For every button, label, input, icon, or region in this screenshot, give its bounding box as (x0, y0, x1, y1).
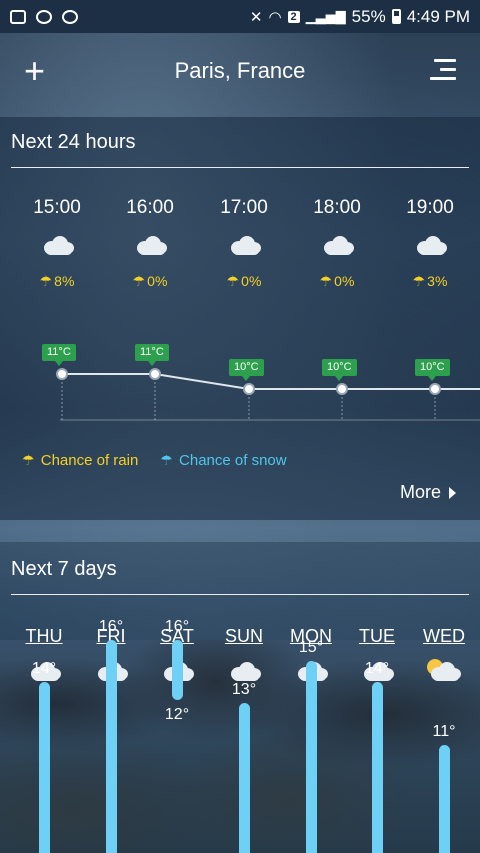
divider (11, 167, 469, 168)
temperature-bar (306, 661, 317, 853)
high-temp: 16° (164, 618, 190, 635)
hour-column: 18:00 ☂ 0% (297, 197, 377, 290)
more-button[interactable]: More (400, 482, 456, 503)
next-24-hours-title: Next 24 hours (11, 131, 136, 153)
temperature-bar (372, 682, 383, 853)
app-bar: + Paris, France (0, 33, 480, 109)
daily-temperature-bars: 14° 16° 16° 12° 13° 15° 14° 11° (0, 618, 480, 853)
umbrella-icon: ☂ (39, 273, 53, 289)
media-icon (62, 9, 78, 24)
legend: ☂ Chance of rain ☂ Chance of snow (22, 452, 287, 469)
legend-rain-label: Chance of rain (40, 452, 139, 469)
umbrella-icon: ☂ (226, 273, 240, 289)
hour-time: 18:00 (313, 197, 361, 218)
rain-value: 0% (241, 273, 262, 289)
hour-time: 19:00 (406, 197, 454, 218)
high-temp: 14° (364, 660, 390, 677)
day-name[interactable]: TUE (347, 626, 407, 647)
temperature-badge: 11°C (135, 344, 169, 366)
temperature-bar (439, 745, 450, 853)
low-temp: 12° (164, 706, 190, 723)
sync-icon (36, 9, 52, 24)
cloudy-icon (413, 233, 447, 257)
cloudy-icon (133, 233, 167, 257)
hour-rain-chance: ☂ 8% (17, 273, 97, 290)
hour-time: 17:00 (220, 197, 268, 218)
day-name[interactable]: WED (414, 626, 474, 647)
temperature-point (56, 368, 68, 380)
more-label: More (399, 482, 441, 502)
high-temp: 13° (231, 681, 257, 698)
divider (11, 594, 469, 595)
temperature-bar (172, 640, 183, 700)
legend-rain: ☂ Chance of rain (22, 452, 138, 469)
add-location-button[interactable]: + (24, 53, 45, 89)
temperature-badge: 10°C (415, 359, 450, 381)
temperature-badge: 10°C (322, 359, 357, 381)
partly-cloudy-sun-icon (427, 659, 461, 685)
umbrella-snow-icon: ☂ (160, 452, 173, 468)
rain-value: 3% (427, 273, 448, 289)
battery-icon (391, 9, 401, 24)
umbrella-icon: ☂ (22, 452, 35, 468)
signal-icon: ▁▃▅▇ (305, 8, 346, 24)
status-bar: ✕ ◠ 2 ▁▃▅▇ 55% 4:49 PM (0, 0, 480, 33)
hour-column: 16:00 ☂ 0% (110, 197, 190, 290)
high-temp: 16° (98, 618, 124, 635)
next-24-hours-card: Next 24 hours 15:00 ☂ 8% 16:00 ☂ 0% 17:00 ☂ 0% 18… (0, 117, 480, 520)
next-7-days-title: Next 7 days (11, 558, 117, 580)
temperature-line (62, 373, 480, 390)
temperature-badge: 11°C (42, 344, 76, 366)
high-temp: 14° (31, 660, 57, 677)
day-name[interactable]: SUN (214, 626, 274, 647)
next-7-days-card: Next 7 days THU FRI SAT SUN MON TUE WED 14° 16°… (0, 542, 480, 853)
legend-snow-label: Chance of snow (179, 452, 287, 469)
hour-time: 15:00 (33, 197, 81, 218)
gallery-icon (10, 9, 26, 24)
temperature-point (336, 383, 348, 395)
sim-badge: 2 (287, 10, 300, 23)
hour-column: 17:00 ☂ 0% (204, 197, 284, 290)
hour-rain-chance: ☂ 0% (204, 273, 284, 290)
rain-value: 8% (54, 273, 75, 289)
temperature-bar (39, 682, 50, 853)
cloudy-icon (40, 233, 74, 257)
battery-percent: 55% (351, 6, 386, 26)
high-temp: 15° (298, 639, 324, 656)
hour-column: 19:00 ☂ 3% (390, 197, 470, 290)
hour-rain-chance: ☂ 0% (297, 273, 377, 290)
rain-value: 0% (147, 273, 168, 289)
temperature-bar (239, 703, 250, 853)
temperature-point (149, 368, 161, 380)
temperature-point (243, 383, 255, 395)
hour-time: 16:00 (126, 197, 174, 218)
cloudy-icon (227, 233, 261, 257)
umbrella-icon: ☂ (412, 273, 426, 289)
menu-icon[interactable] (430, 59, 456, 81)
high-temp: 11° (432, 723, 456, 740)
wifi-icon: ◠ (268, 8, 282, 26)
cloudy-icon (320, 233, 354, 257)
umbrella-icon: ☂ (319, 273, 333, 289)
hour-column: 15:00 ☂ 8% (17, 197, 97, 290)
day-column[interactable]: SUN (214, 626, 274, 685)
day-column[interactable]: WED (414, 626, 474, 685)
temperature-bar (106, 640, 117, 853)
umbrella-icon: ☂ (132, 273, 146, 289)
temperature-badge: 10°C (229, 359, 264, 381)
rain-value: 0% (334, 273, 355, 289)
temperature-point (429, 383, 441, 395)
hour-rain-chance: ☂ 3% (390, 273, 470, 290)
location-title: Paris, France (174, 58, 306, 83)
day-name[interactable]: THU (14, 626, 74, 647)
chevron-right-icon (449, 486, 456, 499)
clock: 4:49 PM (406, 6, 470, 26)
mute-icon: ✕ (249, 8, 263, 26)
legend-snow: ☂ Chance of snow (160, 452, 286, 469)
hour-rain-chance: ☂ 0% (110, 273, 190, 290)
